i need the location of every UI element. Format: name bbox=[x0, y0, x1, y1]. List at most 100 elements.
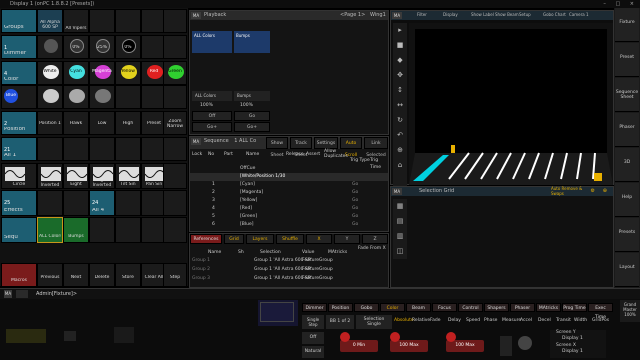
layers-tab[interactable]: Layers bbox=[246, 234, 274, 244]
link-selected-tab[interactable]: Link Selected bbox=[364, 137, 388, 158]
feature-tab[interactable]: Color bbox=[380, 303, 405, 312]
viewer-toolbar-button[interactable]: Show Beam bbox=[495, 12, 519, 17]
dimmer-header[interactable]: 1 Dimmer bbox=[1, 35, 37, 59]
grid-tool-d-icon[interactable]: ◫ bbox=[393, 244, 407, 259]
viewer-toolbar-button[interactable]: Filter bbox=[417, 12, 427, 17]
reference-row[interactable]: Group 3 Group 1 'All Astra 600 SP' Feature… bbox=[190, 275, 388, 283]
camera-icon[interactable]: ■ bbox=[393, 38, 407, 53]
macros-header[interactable]: Macros bbox=[1, 263, 37, 287]
seq-cell-6[interactable] bbox=[163, 217, 187, 243]
color-cell-10[interactable] bbox=[89, 85, 115, 109]
dimmer-cell-4[interactable]: 0% bbox=[115, 35, 141, 59]
encoder-function-button[interactable]: Phase bbox=[484, 318, 497, 323]
grand-master[interactable]: Grand Master 100% bbox=[620, 300, 640, 322]
feature-tab[interactable]: Shapers bbox=[484, 303, 509, 312]
feature-tab[interactable]: Exec Time bbox=[588, 303, 613, 320]
move-icon[interactable]: ✥ bbox=[393, 68, 407, 83]
effects-header[interactable]: 25 Effects bbox=[1, 190, 37, 216]
group-cell-6[interactable] bbox=[163, 9, 187, 33]
sequence-row[interactable]: OffCue bbox=[190, 165, 388, 173]
group-cell-1[interactable]: All Alpha 600 SP bbox=[37, 9, 63, 33]
encoder-knob-1[interactable] bbox=[340, 332, 350, 342]
color-cell-13[interactable] bbox=[163, 85, 187, 109]
page-of-button[interactable]: BB 1 of 2 bbox=[326, 315, 354, 329]
encoder-function-button[interactable]: Decel bbox=[538, 318, 551, 323]
cmd-keyboard-icon[interactable] bbox=[16, 290, 28, 298]
position-cell-4[interactable]: High bbox=[115, 111, 141, 135]
color-header[interactable]: 4 Color bbox=[1, 61, 37, 85]
feature-tab[interactable]: Gobo bbox=[354, 303, 379, 312]
encoder-knob-4[interactable] bbox=[500, 336, 512, 356]
encoder-function-button[interactable]: Transit bbox=[556, 318, 571, 323]
all4-header[interactable]: 24 All 4 bbox=[89, 190, 115, 216]
sequ-header[interactable]: Sequ bbox=[1, 217, 37, 243]
grid-tool-c-icon[interactable]: ▥ bbox=[393, 229, 407, 244]
dimmer-cell-2[interactable]: 0% bbox=[63, 35, 89, 59]
position-cell-1[interactable]: Position 1 bbox=[37, 111, 63, 135]
encoder-function-button[interactable]: GridPos bbox=[592, 318, 609, 323]
position-header[interactable]: 2 Position bbox=[1, 111, 37, 135]
effects-cell-6[interactable] bbox=[163, 190, 187, 216]
all1-header[interactable]: 21 All 1 bbox=[1, 137, 37, 161]
view-button[interactable]: Preset bbox=[615, 43, 639, 77]
dimmer-cell-1[interactable] bbox=[37, 35, 63, 59]
wave-cell-7[interactable] bbox=[163, 163, 187, 189]
effects-cell-2[interactable] bbox=[63, 190, 89, 216]
viewer-toolbar-button[interactable]: Setup bbox=[519, 12, 531, 17]
lock-icon[interactable]: ⌂ bbox=[393, 158, 407, 173]
seq-cell-3[interactable] bbox=[89, 217, 115, 243]
view-button[interactable]: Help bbox=[615, 183, 639, 217]
preset-type-mini[interactable] bbox=[258, 300, 298, 326]
macro-delete[interactable]: Delete bbox=[89, 263, 115, 287]
viewer-toolbar-button[interactable]: Display bbox=[443, 12, 458, 17]
feature-tab[interactable]: Prog Time bbox=[562, 303, 587, 312]
feature-tab[interactable]: Beam bbox=[406, 303, 431, 312]
feature-tab[interactable]: Position bbox=[328, 303, 353, 312]
grid-tool-b-icon[interactable]: ▤ bbox=[393, 214, 407, 229]
playback-page[interactable]: <Page 1> bbox=[340, 11, 365, 20]
groups-header[interactable]: Groups bbox=[1, 9, 37, 33]
window-controls[interactable]: – □ × bbox=[603, 0, 638, 8]
viewer-toolbar-button[interactable]: Camera 1 bbox=[569, 12, 589, 17]
x-tab[interactable]: X bbox=[306, 234, 332, 244]
feature-tab[interactable]: Dimmer bbox=[302, 303, 327, 312]
macro-previous[interactable]: Previous bbox=[37, 263, 63, 287]
sequence-row[interactable]: 6 [Blue] Go bbox=[190, 221, 388, 229]
view-button[interactable]: Layout bbox=[615, 253, 639, 287]
selection-mode[interactable]: Selection Single bbox=[356, 315, 392, 329]
seq-cell-4[interactable] bbox=[115, 217, 141, 243]
fader-all-colors[interactable]: ALL Colors bbox=[192, 31, 232, 53]
track-sheet-tab[interactable]: Track Sheet bbox=[290, 137, 312, 158]
feature-tab[interactable]: Phaser bbox=[510, 303, 535, 312]
encoder-function-button[interactable]: Accel bbox=[520, 318, 532, 323]
settings-tab[interactable]: Settings bbox=[314, 137, 338, 149]
dimmer-cell-3[interactable]: 25% bbox=[89, 35, 115, 59]
sequence-row[interactable]: [White/Position 1/30 bbox=[190, 173, 388, 181]
references-tab[interactable]: References bbox=[190, 234, 222, 244]
show-sheet-tab[interactable]: Show Sheet bbox=[266, 137, 288, 158]
command-line[interactable]: MA Admin[Fixture]> bbox=[0, 288, 640, 299]
all1-cell-2[interactable] bbox=[63, 137, 89, 161]
pb-goplus-button[interactable]: Go+ bbox=[192, 122, 232, 132]
viewer-toolbar-button[interactable]: Show Label bbox=[471, 12, 494, 17]
wave-cell-circle[interactable]: Circle bbox=[1, 163, 37, 189]
color-cell-green[interactable]: Green bbox=[163, 61, 187, 85]
position-cell-2[interactable]: Hawk bbox=[63, 111, 89, 135]
all1-cell-6[interactable] bbox=[163, 137, 187, 161]
natural-button[interactable]: Natural bbox=[302, 346, 324, 358]
encoder-function-button[interactable]: Fade bbox=[430, 318, 441, 323]
feature-tab[interactable]: Focus bbox=[432, 303, 457, 312]
color-cell-magenta[interactable]: Magenta bbox=[89, 61, 115, 85]
undo-icon[interactable]: ↶ bbox=[393, 128, 407, 143]
encoder-function-button[interactable]: Measure bbox=[502, 318, 521, 323]
feature-tab[interactable]: MAtricks bbox=[536, 303, 561, 312]
reference-row[interactable]: Group 1 Group 1 'All Astra 600 SP' Feature… bbox=[190, 257, 388, 265]
encoder-knob-3[interactable] bbox=[446, 332, 456, 342]
move-vertical-icon[interactable]: ↕ bbox=[393, 83, 407, 98]
fader-bumps[interactable]: Bumps bbox=[234, 31, 270, 53]
dimmer-cell-6[interactable] bbox=[163, 35, 187, 59]
wave-cell-circle-inv[interactable]: Circle Inverted bbox=[37, 163, 63, 189]
encoder-function-button[interactable]: Width bbox=[574, 318, 587, 323]
sequence-row[interactable]: 2 [Magenta] Go bbox=[190, 189, 388, 197]
encoder-knob-2[interactable] bbox=[390, 332, 400, 342]
